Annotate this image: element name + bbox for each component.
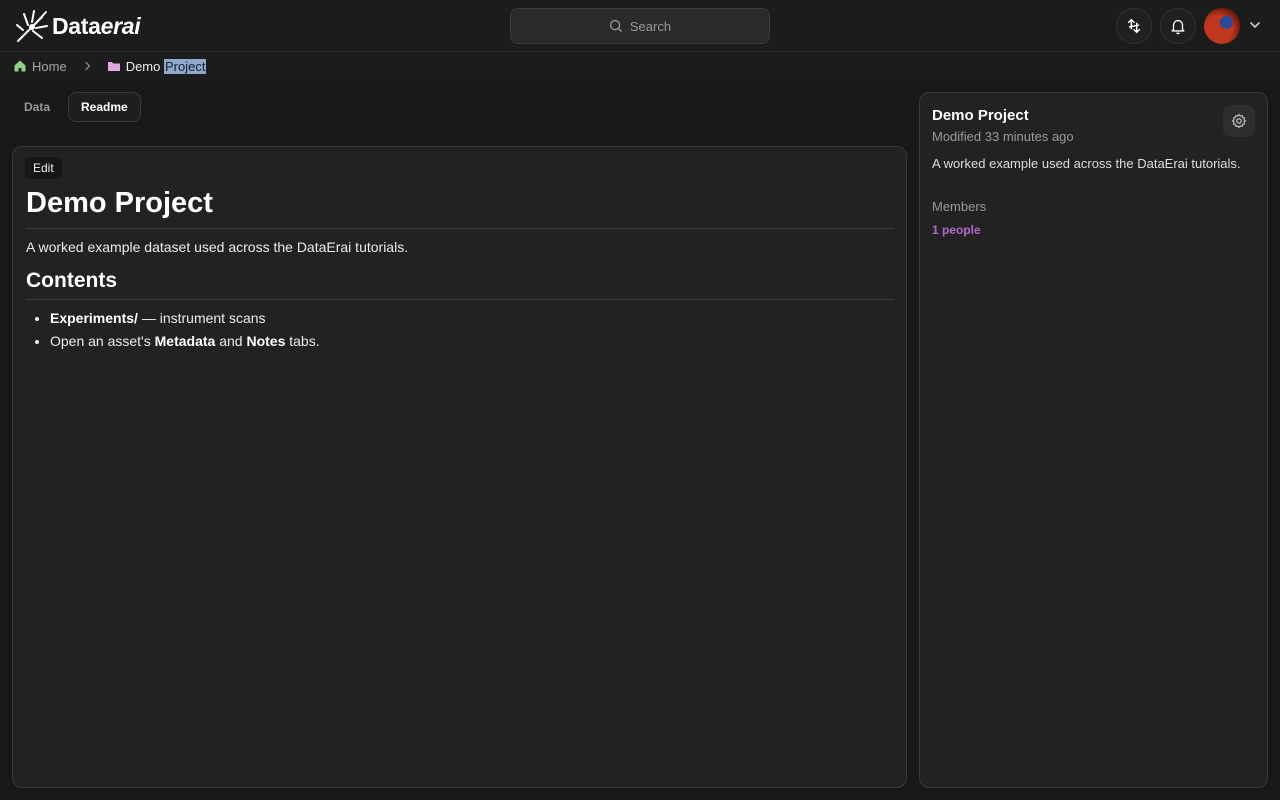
tab-readme[interactable]: Readme (68, 92, 141, 122)
home-icon (14, 60, 26, 72)
sync-icon (1127, 18, 1141, 34)
tab-data[interactable]: Data (12, 92, 62, 122)
user-avatar[interactable] (1204, 8, 1240, 44)
list-item: Open an asset's Metadata and Notes tabs. (50, 333, 894, 349)
list-item: Experiments/ — instrument scans (50, 310, 894, 326)
search-icon (609, 19, 622, 32)
project-description: A worked example used across the DataEra… (932, 156, 1241, 171)
folder-icon (107, 62, 120, 71)
breadcrumb-current-label: Demo Project (125, 58, 207, 74)
chevron-down-icon[interactable] (1248, 18, 1262, 32)
settings-button[interactable] (1223, 105, 1255, 137)
app-logo[interactable]: Dataerai (14, 8, 141, 44)
gear-icon (1231, 113, 1247, 129)
readme-panel: Edit Demo Project A worked example datas… (12, 146, 907, 788)
search-input[interactable]: Search (510, 8, 770, 44)
app-name: Dataerai (52, 12, 141, 39)
project-tabs: Data Readme (12, 92, 141, 122)
readme-title: Demo Project (26, 187, 894, 229)
breadcrumb-home-label: Home (32, 58, 67, 74)
project-title: Demo Project (932, 107, 1029, 124)
readme-intro: A worked example dataset used across the… (26, 239, 409, 255)
readme-contents-heading: Contents (26, 269, 894, 300)
selected-text: Project (163, 58, 207, 74)
breadcrumb-home[interactable]: Home (13, 59, 67, 74)
chevron-right-icon (85, 61, 91, 71)
edit-button[interactable]: Edit (25, 157, 62, 179)
top-bar: Dataerai Search (0, 0, 1280, 52)
readme-contents-list: Experiments/ — instrument scans Open an … (26, 310, 894, 349)
bell-icon (1171, 19, 1185, 35)
notifications-button[interactable] (1160, 8, 1196, 44)
breadcrumb: Home Demo Project (0, 52, 1280, 80)
breadcrumb-current[interactable]: Demo Project (107, 58, 207, 74)
members-link[interactable]: 1 people (932, 223, 1255, 237)
search-placeholder: Search (629, 18, 672, 34)
project-info-panel: Demo Project Modified 33 minutes ago A w… (919, 92, 1268, 788)
modified-timestamp: Modified 33 minutes ago (932, 129, 1074, 144)
sync-button[interactable] (1116, 8, 1152, 44)
logo-mark-icon (16, 10, 48, 42)
readme-content: Demo Project A worked example dataset us… (25, 179, 894, 349)
members-label: Members (932, 199, 987, 214)
